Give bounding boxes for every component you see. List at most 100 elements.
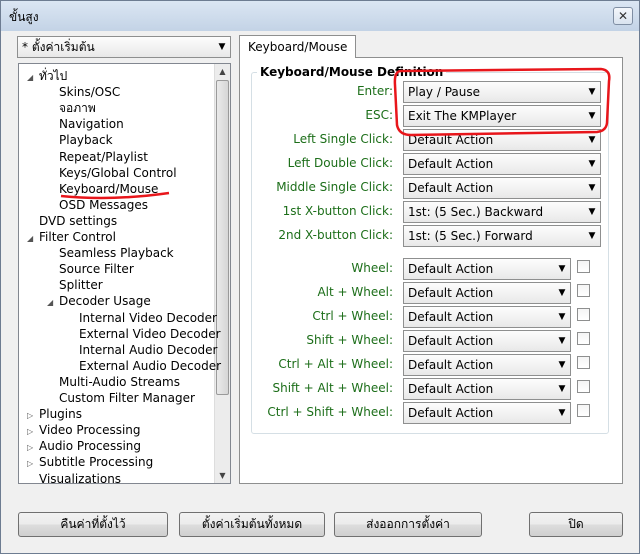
chevron-down-icon: ▼: [588, 207, 596, 217]
option-checkbox[interactable]: [577, 380, 590, 393]
tree-item-label: Splitter: [59, 278, 103, 293]
option-checkbox[interactable]: [577, 332, 590, 345]
action-dropdown[interactable]: Default Action ▼: [403, 306, 571, 328]
row-label: Middle Single Click:: [276, 180, 393, 194]
chevron-down-icon: ▼: [558, 288, 566, 298]
tree-item-label: External Audio Decoder: [79, 358, 222, 373]
tree-item[interactable]: Keys/Global Control: [47, 165, 177, 181]
tree-item[interactable]: Internal Audio Decoder: [67, 342, 217, 358]
option-checkbox[interactable]: [577, 260, 590, 273]
tree-item[interactable]: Playback: [47, 132, 113, 148]
row-label: Alt + Wheel:: [317, 285, 393, 299]
scroll-up-icon[interactable]: ▲: [215, 64, 230, 79]
tree-item-label: Video Processing: [39, 423, 141, 438]
action-dropdown[interactable]: Default Action ▼: [403, 258, 571, 280]
tree-item-label: Custom Filter Manager: [59, 391, 195, 405]
export-settings-button[interactable]: ส่งออกการตั้งค่า: [334, 512, 482, 537]
tree-item[interactable]: ▷ Plugins: [27, 406, 82, 422]
action-dropdown[interactable]: Default Action ▼: [403, 354, 571, 376]
option-checkbox[interactable]: [577, 284, 590, 297]
reset-button[interactable]: คืนค่าที่ตั้งไว้: [18, 512, 168, 537]
tree-item[interactable]: External Video Decoder: [67, 326, 221, 342]
option-checkbox[interactable]: [577, 404, 590, 417]
tab-keyboard-mouse[interactable]: Keyboard/Mouse: [239, 35, 357, 58]
tree-item[interactable]: จอภาพ: [47, 100, 96, 116]
tree-item-label: Filter Control: [39, 230, 116, 244]
tree-item[interactable]: ◢ Decoder Usage: [47, 293, 151, 309]
close-window-button[interactable]: ✕: [613, 7, 633, 25]
tree-item[interactable]: Skins/OSC: [47, 84, 120, 100]
tree-item-label: ทั่วไป: [39, 69, 68, 83]
tree-item-label: Visualizations: [39, 471, 122, 484]
expand-toggle-icon[interactable]: ◢: [27, 70, 39, 86]
action-dropdown[interactable]: Default Action ▼: [403, 129, 601, 151]
tree-item[interactable]: Internal Video Decoder: [67, 310, 217, 326]
action-dropdown[interactable]: Default Action ▼: [403, 177, 601, 199]
chevron-down-icon: ▼: [218, 42, 226, 52]
action-dropdown[interactable]: Play / Pause ▼: [403, 81, 601, 103]
window-title: ขั้นสูง: [9, 10, 39, 24]
action-dropdown[interactable]: Default Action ▼: [403, 402, 571, 424]
tree-item[interactable]: Visualizations: [27, 471, 122, 484]
chevron-down-icon: ▼: [558, 312, 566, 322]
row-label: 2nd X-button Click:: [278, 228, 393, 242]
preset-dropdown[interactable]: * ตั้งค่าเริ่มต้น ▼: [17, 36, 231, 58]
expand-toggle-icon[interactable]: ◢: [27, 231, 39, 247]
tree-item[interactable]: Repeat/Playlist: [47, 149, 148, 165]
tree-item[interactable]: Source Filter: [47, 261, 134, 277]
title-bar: ขั้นสูง ✕: [1, 1, 639, 31]
action-dropdown[interactable]: Default Action ▼: [403, 282, 571, 304]
tree-item-label: Keyboard/Mouse: [59, 181, 159, 196]
row-label: Ctrl + Shift + Wheel:: [267, 405, 393, 419]
tree-item[interactable]: DVD settings: [27, 213, 117, 229]
tree-item-label: Repeat/Playlist: [59, 149, 148, 164]
tree-item-label: Multi-Audio Streams: [59, 374, 180, 389]
close-button[interactable]: ปิด: [529, 512, 623, 537]
row-label: Shift + Alt + Wheel:: [272, 381, 393, 395]
tree-item[interactable]: Seamless Playback: [47, 245, 174, 261]
action-dropdown[interactable]: Default Action ▼: [403, 153, 601, 175]
chevron-down-icon: ▼: [588, 135, 596, 145]
settings-tree[interactable]: ▲ ▼ ◢ ทั่วไป Skins/OSC จอภาพ Navigation Playb…: [18, 63, 231, 484]
tree-item-label: DVD settings: [39, 213, 118, 228]
action-dropdown[interactable]: Default Action ▼: [403, 330, 571, 352]
action-dropdown-value: Default Action: [408, 157, 494, 171]
tree-item[interactable]: ▷ Subtitle Processing: [27, 454, 153, 470]
tree-item[interactable]: ◢ ทั่วไป: [27, 68, 67, 84]
tree-item[interactable]: OSD Messages: [47, 197, 148, 213]
action-dropdown[interactable]: 1st: (5 Sec.) Backward ▼: [403, 201, 601, 223]
preset-dropdown-value: * ตั้งค่าเริ่มต้น: [22, 39, 95, 54]
tree-item[interactable]: Splitter: [47, 277, 103, 293]
action-dropdown-value: Play / Pause: [408, 85, 480, 99]
tree-item[interactable]: ◢ Filter Control: [27, 229, 116, 245]
chevron-down-icon: ▼: [558, 408, 566, 418]
tree-item[interactable]: Navigation: [47, 116, 124, 132]
tree-item[interactable]: ▷ Video Processing: [27, 422, 141, 438]
option-checkbox[interactable]: [577, 308, 590, 321]
expand-toggle-icon[interactable]: ◢: [47, 295, 59, 311]
scrollbar-thumb[interactable]: [216, 80, 229, 395]
tree-item-label: Playback: [59, 133, 113, 148]
action-dropdown-value: 1st: (5 Sec.) Backward: [408, 205, 544, 219]
option-checkbox[interactable]: [577, 356, 590, 369]
action-dropdown-value: 1st: (5 Sec.) Forward: [408, 229, 533, 243]
tree-item[interactable]: ▷ Audio Processing: [27, 438, 141, 454]
tree-item[interactable]: Keyboard/Mouse: [47, 181, 158, 197]
chevron-down-icon: ▼: [588, 111, 596, 121]
action-dropdown-value: Exit The KMPlayer: [408, 109, 517, 123]
action-dropdown-value: Default Action: [408, 406, 494, 420]
tree-item[interactable]: Custom Filter Manager: [47, 390, 195, 406]
action-dropdown[interactable]: Default Action ▼: [403, 378, 571, 400]
tree-item[interactable]: Multi-Audio Streams: [47, 374, 180, 390]
chevron-down-icon: ▼: [558, 336, 566, 346]
row-label: Wheel:: [351, 261, 393, 275]
tree-item-label: OSD Messages: [59, 197, 148, 212]
action-dropdown[interactable]: Exit The KMPlayer ▼: [403, 105, 601, 127]
scroll-down-icon[interactable]: ▼: [215, 468, 230, 483]
tree-item[interactable]: External Audio Decoder: [67, 358, 221, 374]
action-dropdown-value: Default Action: [408, 286, 494, 300]
tree-scrollbar[interactable]: ▲ ▼: [214, 64, 230, 483]
action-dropdown[interactable]: 1st: (5 Sec.) Forward ▼: [403, 225, 601, 247]
defaults-all-button[interactable]: ตั้งค่าเริ่มต้นทั้งหมด: [179, 512, 325, 537]
action-dropdown-value: Default Action: [408, 262, 494, 276]
